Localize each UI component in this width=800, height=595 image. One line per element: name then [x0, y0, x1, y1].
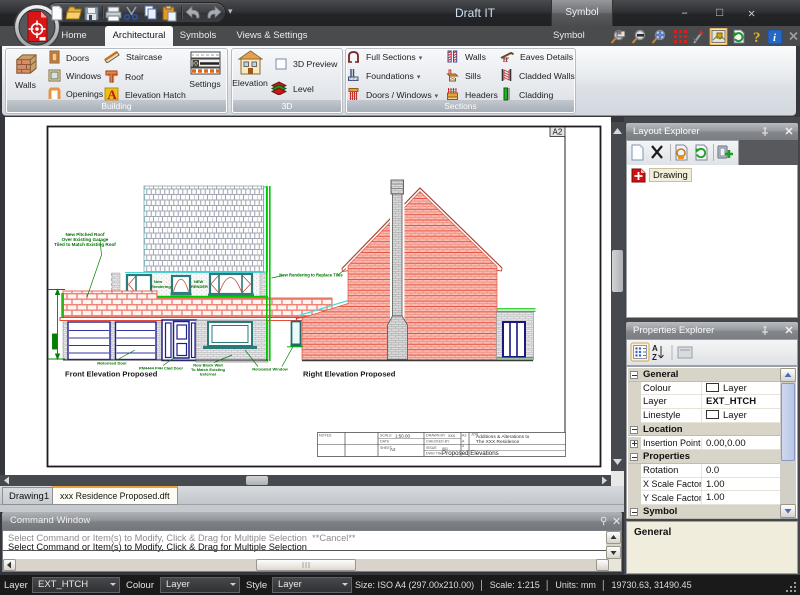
- svg-text:Relocated Window: Relocated Window: [252, 367, 288, 372]
- svg-text:4: 4: [462, 444, 464, 448]
- svg-text:Motorised Door: Motorised Door: [97, 361, 127, 366]
- svg-text:DRAWN BY: DRAWN BY: [426, 434, 446, 438]
- svg-text:A: A: [107, 87, 117, 101]
- svg-text:Tiled to Match Existing Roof: Tiled to Match Existing Roof: [54, 242, 116, 247]
- svg-text:A2: A2: [390, 447, 396, 452]
- svg-text:ISSUE: ISSUE: [426, 446, 437, 450]
- svg-text:RENDER: RENDER: [191, 284, 208, 289]
- svg-text:DATE: DATE: [380, 440, 390, 444]
- svg-text:XXX: XXX: [448, 434, 456, 438]
- svg-text:Front Elevation Proposed: Front Elevation Proposed: [65, 370, 158, 379]
- svg-text:Rendering: Rendering: [151, 284, 171, 289]
- svg-text:A: A: [652, 344, 658, 353]
- svg-text:1:50.00: 1:50.00: [395, 434, 411, 439]
- svg-text:DWG Title: DWG Title: [426, 452, 442, 456]
- svg-text:Right Elevation Proposed: Right Elevation Proposed: [303, 370, 396, 379]
- svg-text:SCALE: SCALE: [380, 434, 392, 438]
- svg-text:A2: A2: [553, 128, 563, 137]
- svg-text:The XXX Residence: The XXX Residence: [476, 439, 520, 445]
- svg-text:CHECKED BY: CHECKED BY: [426, 440, 450, 444]
- svg-text:Proposed Elevations: Proposed Elevations: [442, 450, 499, 457]
- svg-text:External: External: [200, 372, 216, 377]
- svg-text:NOTES: NOTES: [319, 434, 332, 438]
- svg-text:?: ?: [753, 30, 761, 45]
- svg-text:Z: Z: [652, 353, 657, 362]
- svg-text:A3: A3: [462, 434, 466, 438]
- svg-text:New Rendering to Replace Tile: New Rendering to Replace Tiles: [279, 273, 343, 278]
